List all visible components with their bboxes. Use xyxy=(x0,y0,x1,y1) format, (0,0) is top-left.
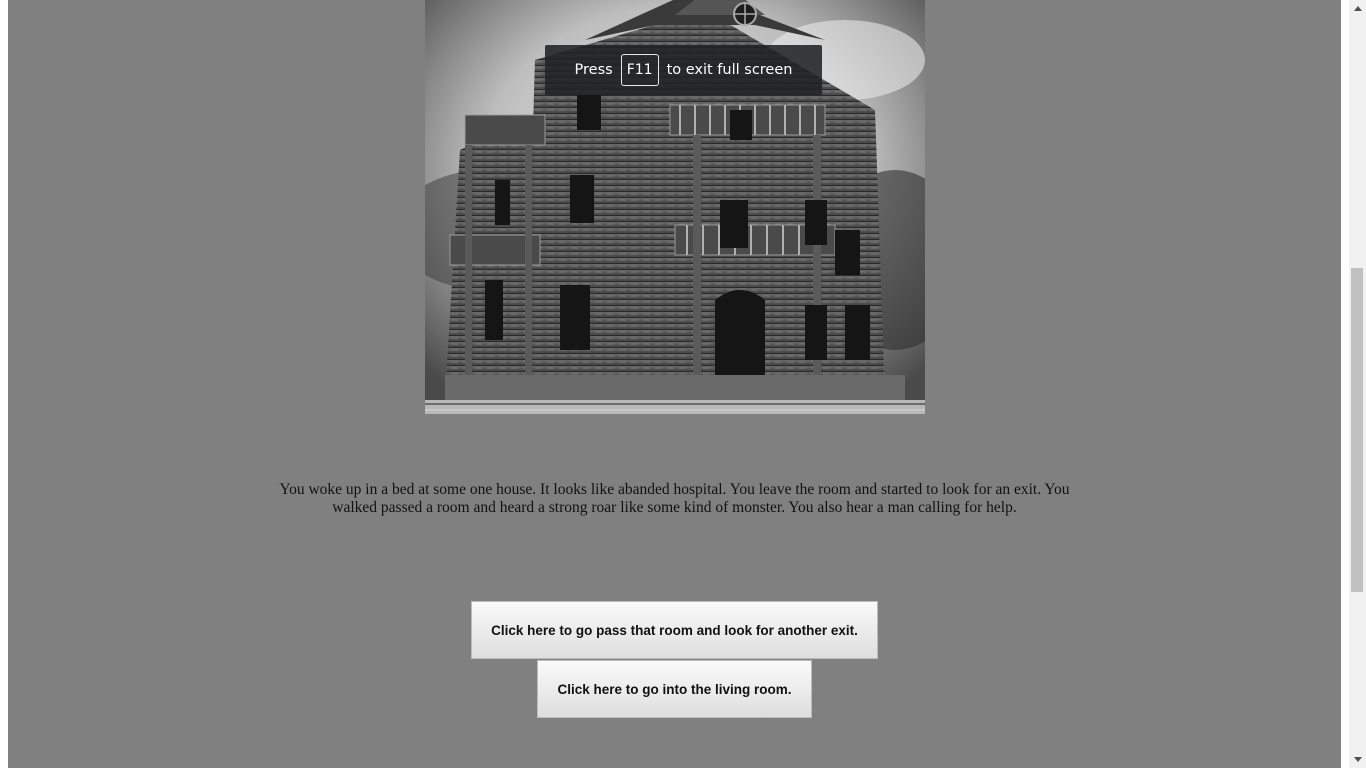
fullscreen-notice-prefix: Press xyxy=(574,62,613,78)
living-room-button[interactable]: Click here to go into the living room. xyxy=(537,660,812,718)
fullscreen-notice: Press F11 to exit full screen xyxy=(545,45,822,95)
scroll-down-arrow-icon[interactable] xyxy=(1349,751,1366,768)
fullscreen-notice-suffix: to exit full screen xyxy=(666,62,793,78)
f11-key-badge: F11 xyxy=(620,54,659,86)
pass-room-button[interactable]: Click here to go pass that room and look… xyxy=(471,601,878,659)
page-body: You woke up in a bed at some one house. … xyxy=(8,0,1341,768)
scrollbar-thumb[interactable] xyxy=(1351,268,1363,592)
scroll-up-arrow-icon[interactable] xyxy=(1349,0,1366,17)
browser-viewport: You woke up in a bed at some one house. … xyxy=(0,0,1366,768)
story-text: You woke up in a bed at some one house. … xyxy=(279,481,1070,516)
vertical-scrollbar[interactable] xyxy=(1349,0,1366,768)
